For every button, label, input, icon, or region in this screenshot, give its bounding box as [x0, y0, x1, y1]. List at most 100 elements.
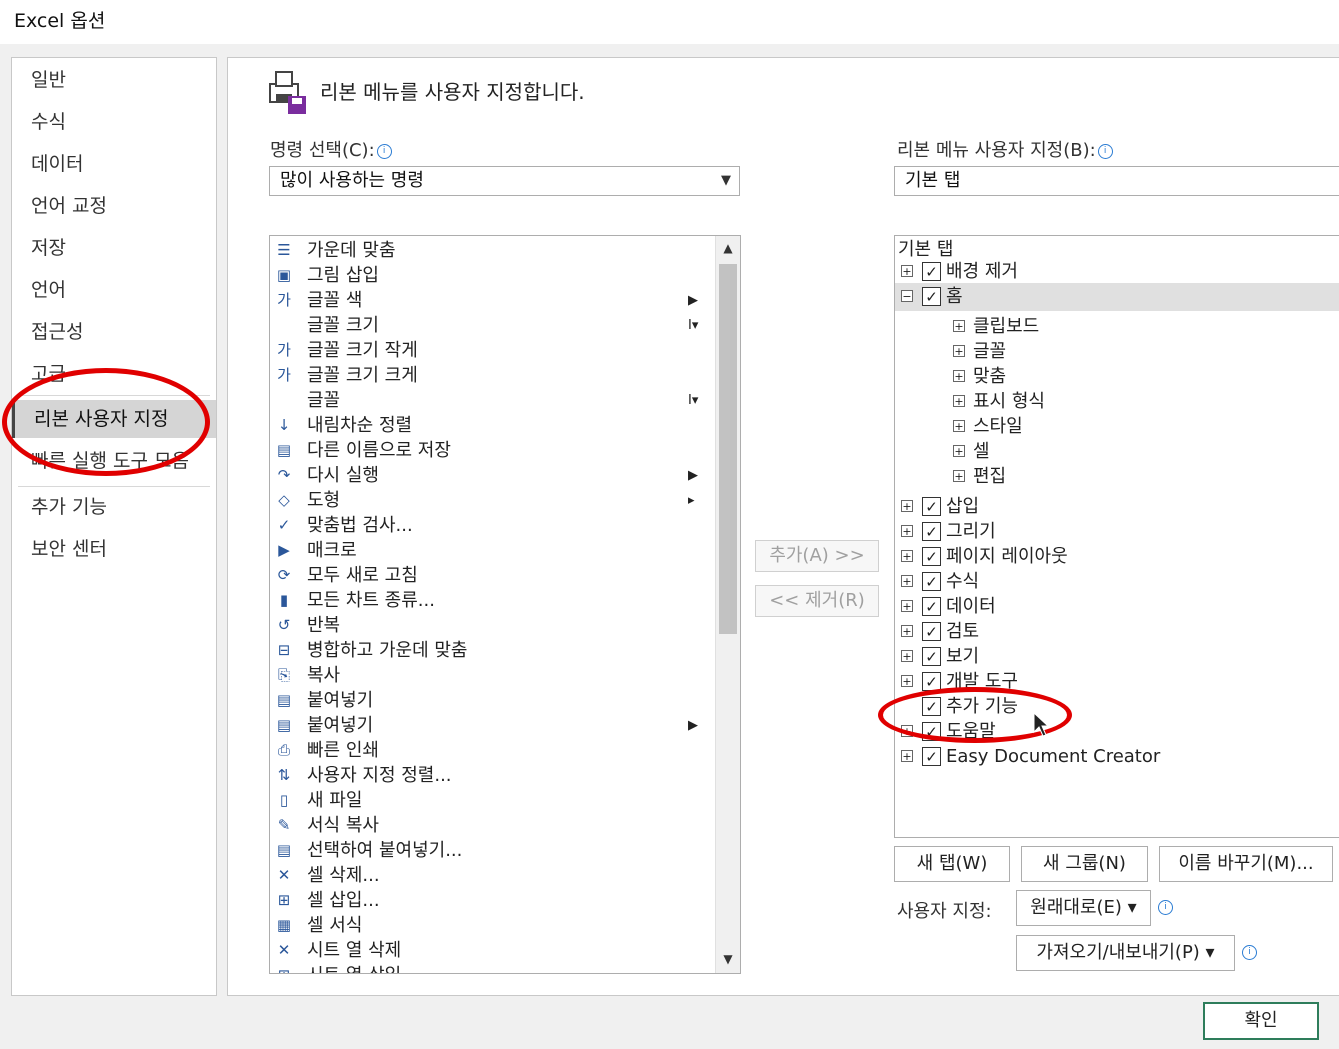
- remove-button[interactable]: << 제거(R): [755, 585, 879, 617]
- command-item[interactable]: 글꼴 Ⅰ▾: [270, 388, 710, 413]
- tree-item[interactable]: + 맞춤: [895, 363, 1339, 391]
- tree-item[interactable]: + 클립보드: [895, 313, 1339, 341]
- command-item[interactable]: ↓ 내림차순 정렬: [270, 413, 710, 438]
- tree-item[interactable]: + ✓ 보기: [895, 643, 1339, 671]
- nav-item-save[interactable]: 저장: [12, 229, 216, 267]
- tree-item[interactable]: + ✓ 삽입: [895, 493, 1339, 521]
- command-item[interactable]: 글꼴 크기 Ⅰ▾: [270, 313, 710, 338]
- command-item[interactable]: ✎ 서식 복사: [270, 813, 710, 838]
- nav-item-add-ins[interactable]: 추가 기능: [12, 488, 216, 526]
- nav-item-accessibility[interactable]: 접근성: [12, 313, 216, 351]
- command-item[interactable]: ▤ 다른 이름으로 저장: [270, 438, 710, 463]
- tree-item[interactable]: + ✓ 검토: [895, 618, 1339, 646]
- checkbox-checked-icon[interactable]: ✓: [922, 287, 941, 306]
- scroll-down-icon[interactable]: ▼: [716, 947, 740, 971]
- add-button[interactable]: 추가(A) >>: [755, 540, 879, 572]
- command-item[interactable]: ▤ 붙여넣기: [270, 688, 710, 713]
- commands-scrollbar[interactable]: ▲ ▼: [715, 236, 740, 973]
- command-item[interactable]: ▣ 그림 삽입: [270, 263, 710, 288]
- tree-item[interactable]: + 편집: [895, 463, 1339, 491]
- expand-icon[interactable]: +: [901, 265, 913, 277]
- expand-icon[interactable]: +: [901, 525, 913, 537]
- tree-item[interactable]: + ✓ 배경 제거: [895, 258, 1339, 286]
- expand-icon[interactable]: +: [901, 675, 913, 687]
- expand-icon[interactable]: +: [953, 345, 965, 357]
- tree-item[interactable]: + 표시 형식: [895, 388, 1339, 416]
- command-item[interactable]: ↺ 반복: [270, 613, 710, 638]
- scroll-thumb[interactable]: [719, 264, 737, 634]
- command-item[interactable]: ▯ 새 파일: [270, 788, 710, 813]
- ok-button[interactable]: 확인: [1203, 1002, 1319, 1040]
- tree-item[interactable]: + ✓ 데이터: [895, 593, 1339, 621]
- command-item[interactable]: ▮ 모든 차트 종류...: [270, 588, 710, 613]
- tree-item[interactable]: + 스타일: [895, 413, 1339, 441]
- expand-icon[interactable]: +: [901, 750, 913, 762]
- new-tab-button[interactable]: 새 탭(W): [894, 846, 1010, 882]
- choose-commands-select[interactable]: 많이 사용하는 명령 ▼: [269, 166, 740, 196]
- command-item[interactable]: 가 글꼴 크기 작게: [270, 338, 710, 363]
- expand-icon[interactable]: +: [953, 370, 965, 382]
- expand-icon[interactable]: +: [901, 625, 913, 637]
- command-item[interactable]: ▦ 셀 서식: [270, 913, 710, 938]
- command-item[interactable]: ◇ 도형 ▸: [270, 488, 710, 513]
- checkbox-checked-icon[interactable]: ✓: [922, 597, 941, 616]
- nav-item-data[interactable]: 데이터: [12, 145, 216, 183]
- command-item[interactable]: ⊞ 셀 삽입...: [270, 888, 710, 913]
- tree-item[interactable]: + ✓ 수식: [895, 568, 1339, 596]
- command-item[interactable]: ☰ 가운데 맞춤: [270, 238, 710, 263]
- command-item[interactable]: ▤ 선택하여 붙여넣기...: [270, 838, 710, 863]
- import-export-dropdown[interactable]: 가져오기/내보내기(P) ▾: [1016, 935, 1235, 971]
- tree-item[interactable]: + 셀: [895, 438, 1339, 466]
- nav-item-general[interactable]: 일반: [12, 61, 216, 99]
- nav-item-language[interactable]: 언어: [12, 271, 216, 309]
- commands-list[interactable]: ☰ 가운데 맞춤 ▣ 그림 삽입 가 글꼴 색 ▶ 글꼴 크기 Ⅰ▾ 가 글꼴 크기 작게 가 글꼴 크…: [269, 235, 741, 974]
- command-item[interactable]: ⟳ 모두 새로 고침: [270, 563, 710, 588]
- reset-dropdown[interactable]: 원래대로(E) ▾: [1016, 890, 1151, 926]
- command-item[interactable]: 가 글꼴 크기 크게: [270, 363, 710, 388]
- checkbox-checked-icon[interactable]: ✓: [922, 747, 941, 766]
- scroll-up-icon[interactable]: ▲: [716, 236, 740, 260]
- checkbox-checked-icon[interactable]: ✓: [922, 622, 941, 641]
- customize-ribbon-select[interactable]: 기본 탭: [894, 166, 1339, 196]
- expand-icon[interactable]: +: [901, 550, 913, 562]
- expand-icon[interactable]: +: [953, 470, 965, 482]
- tree-item[interactable]: + ✓ Easy Document Creator: [895, 743, 1339, 771]
- command-item[interactable]: ⎙ 빠른 인쇄: [270, 738, 710, 763]
- expand-icon[interactable]: +: [953, 320, 965, 332]
- expand-icon[interactable]: +: [953, 420, 965, 432]
- command-item[interactable]: ⊞ 시트 열 삽입: [270, 963, 710, 973]
- command-item[interactable]: ⊟ 병합하고 가운데 맞춤: [270, 638, 710, 663]
- tree-item[interactable]: + 글꼴: [895, 338, 1339, 366]
- nav-item-trust-center[interactable]: 보안 센터: [12, 530, 216, 568]
- checkbox-checked-icon[interactable]: ✓: [922, 572, 941, 591]
- expand-icon[interactable]: +: [953, 395, 965, 407]
- nav-item-formulas[interactable]: 수식: [12, 103, 216, 141]
- command-item[interactable]: 가 글꼴 색 ▶: [270, 288, 710, 313]
- nav-item-proofing[interactable]: 언어 교정: [12, 187, 216, 225]
- tree-item[interactable]: − ✓ 홈: [895, 283, 1339, 311]
- command-item[interactable]: ⇅ 사용자 지정 정렬...: [270, 763, 710, 788]
- command-item[interactable]: ▤ 붙여넣기 ▶: [270, 713, 710, 738]
- command-item[interactable]: ✕ 시트 열 삭제: [270, 938, 710, 963]
- collapse-icon[interactable]: −: [901, 290, 913, 302]
- expand-icon[interactable]: +: [901, 600, 913, 612]
- checkbox-checked-icon[interactable]: ✓: [922, 497, 941, 516]
- command-item[interactable]: ✓ 맞춤법 검사...: [270, 513, 710, 538]
- command-item[interactable]: ↷ 다시 실행 ▶: [270, 463, 710, 488]
- command-item[interactable]: ▶ 매크로: [270, 538, 710, 563]
- ribbon-tabs-tree[interactable]: 기본 탭 + ✓ 배경 제거 − ✓ 홈 + 클립보드 + 글꼴 + 맞춤 + 표시 형식 + 스타일 + 셀 + 편…: [894, 235, 1339, 838]
- command-item[interactable]: ⎘ 복사: [270, 663, 710, 688]
- tree-item[interactable]: + ✓ 그리기: [895, 518, 1339, 546]
- expand-icon[interactable]: +: [901, 650, 913, 662]
- rename-button[interactable]: 이름 바꾸기(M)...: [1159, 846, 1333, 882]
- new-group-button[interactable]: 새 그룹(N): [1021, 846, 1148, 882]
- expand-icon[interactable]: +: [953, 445, 965, 457]
- checkbox-checked-icon[interactable]: ✓: [922, 647, 941, 666]
- expand-icon[interactable]: +: [901, 575, 913, 587]
- checkbox-checked-icon[interactable]: ✓: [922, 547, 941, 566]
- expand-icon[interactable]: +: [901, 500, 913, 512]
- command-item[interactable]: ✕ 셀 삭제...: [270, 863, 710, 888]
- tree-item[interactable]: + ✓ 페이지 레이아웃: [895, 543, 1339, 571]
- checkbox-checked-icon[interactable]: ✓: [922, 522, 941, 541]
- checkbox-checked-icon[interactable]: ✓: [922, 262, 941, 281]
